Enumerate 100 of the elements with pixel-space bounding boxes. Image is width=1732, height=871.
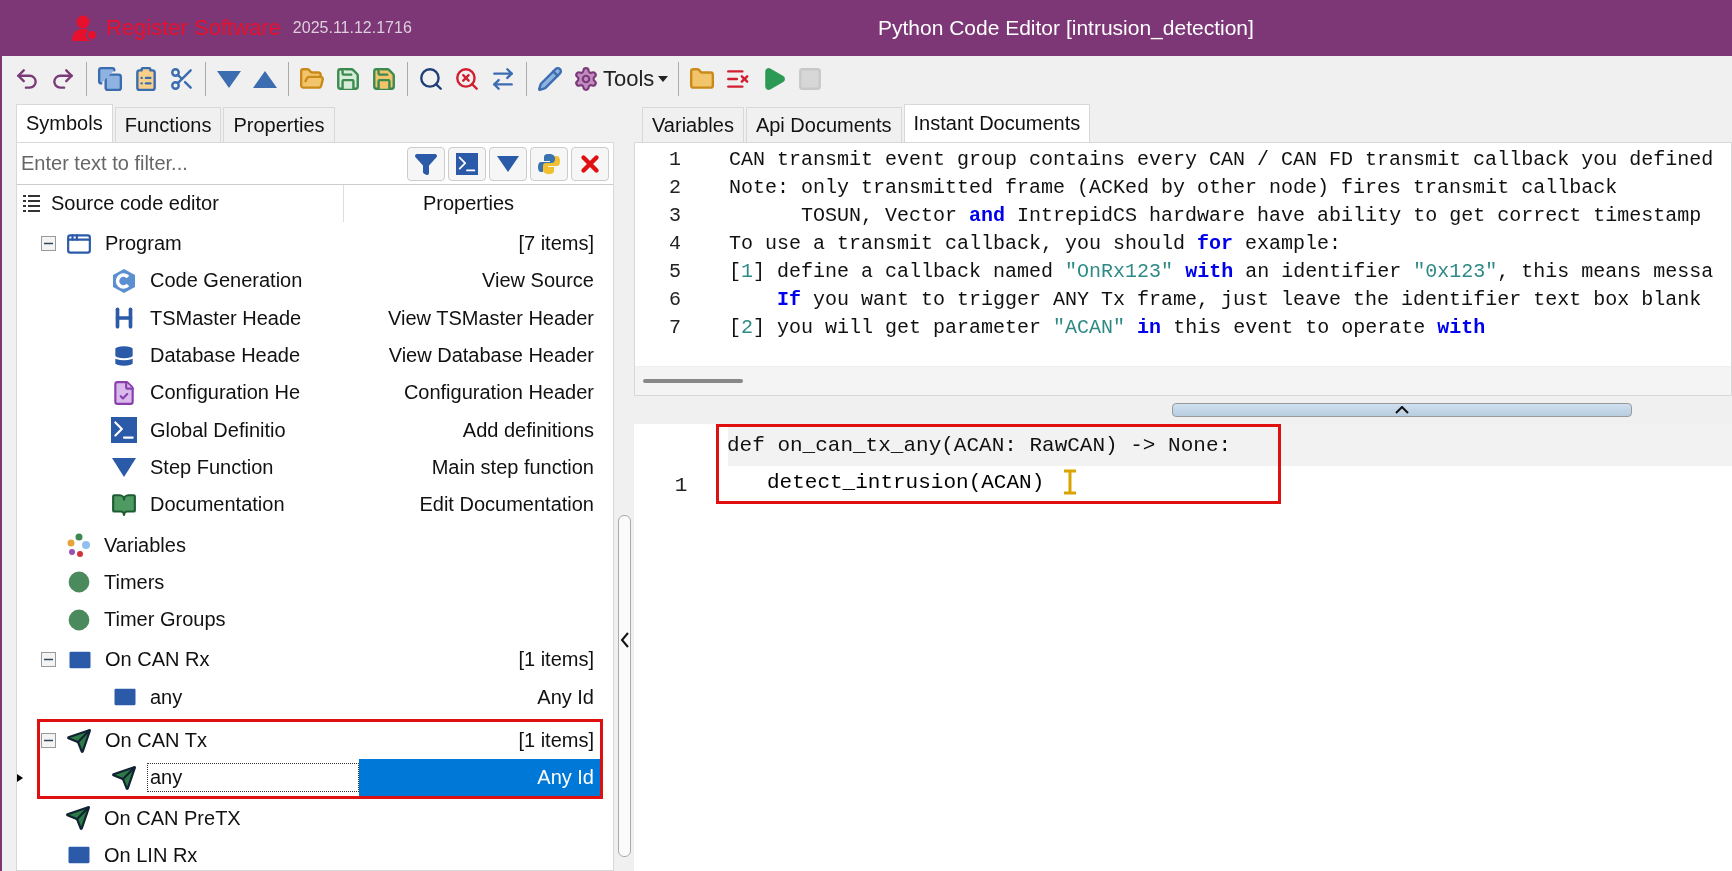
- tab[interactable]: Symbols: [16, 104, 113, 142]
- search-icon: [418, 66, 444, 92]
- close-button[interactable]: [571, 146, 609, 181]
- tree-row[interactable]: Timers: [41, 563, 603, 601]
- version-number: 2025.11.12.1716: [292, 19, 412, 37]
- line-number: 7: [668, 315, 682, 339]
- tree-row[interactable]: On LIN Rx: [41, 836, 603, 870]
- line-number: 4: [668, 231, 682, 255]
- undo-icon: [14, 66, 40, 92]
- tree-row[interactable]: On CAN PreTX: [41, 799, 603, 837]
- stop-icon: [797, 66, 824, 92]
- app-name: Register Software: [106, 15, 281, 41]
- text-cursor-icon: [1062, 469, 1079, 495]
- column-header[interactable]: Properties: [344, 192, 613, 215]
- folder-icon: [689, 66, 716, 92]
- node-value: [1 items]: [517, 728, 595, 753]
- node-value: Any Id: [536, 684, 595, 710]
- document-check-icon: [111, 379, 137, 406]
- open-folder-icon: [299, 66, 325, 92]
- node-label: Code Generation: [149, 268, 304, 294]
- filter-button[interactable]: [407, 146, 445, 181]
- caret-icon: [658, 76, 669, 82]
- node-label: On CAN Tx: [104, 728, 208, 753]
- tree-row[interactable]: Documentation Edit Documentation: [41, 486, 600, 524]
- tree-row[interactable]: Global Definitio Add definitions: [41, 411, 600, 449]
- tree-row[interactable]: Code Generation View Source: [41, 262, 600, 300]
- save-as-icon: [371, 66, 397, 92]
- node-label: Database Heade: [149, 343, 302, 369]
- save-icon: [335, 66, 361, 92]
- tree-row[interactable]: On CAN Rx [1 items]: [41, 641, 600, 679]
- tree-row[interactable]: Database Heade View Database Header: [41, 336, 600, 375]
- node-label: Timers: [103, 569, 166, 595]
- window-title: Python Code Editor [intrusion_detection]: [876, 16, 1255, 40]
- node-value: Edit Documentation: [418, 492, 595, 518]
- node-value: Add definitions: [461, 417, 595, 443]
- scrollbar[interactable]: [617, 515, 631, 857]
- pencil-icon: [537, 66, 563, 92]
- replace-icon: [490, 66, 516, 92]
- node-label: On CAN PreTX: [103, 805, 242, 831]
- node-label: Documentation: [149, 492, 286, 518]
- down-triangle-button[interactable]: [489, 146, 527, 181]
- line-number: 1: [668, 147, 682, 171]
- down-triangle-icon: [496, 154, 520, 173]
- tree-row[interactable]: Timer Groups: [41, 600, 603, 639]
- node-label: Timer Groups: [103, 607, 227, 633]
- collapse-icon[interactable]: [41, 733, 56, 748]
- tab[interactable]: Properties: [223, 107, 335, 142]
- line-number: 1: [673, 472, 689, 499]
- list-icon: [21, 192, 43, 215]
- code-line: CAN transmit event group contains every CAN / CAN FD transmit callback you defined: [729, 147, 1714, 171]
- code-line: detect_intrusion(ACAN): [767, 470, 1045, 494]
- node-label: TSMaster Heade: [149, 305, 303, 331]
- tree-row[interactable]: any Any Id: [41, 678, 600, 716]
- down-triangle-icon: [216, 69, 242, 89]
- node-label: Configuration He: [149, 380, 302, 406]
- code-line: TOSUN, Vector and IntrepidCS hardware have ability to get correct timestamp: [800, 203, 1702, 227]
- paper-plane-icon: [111, 764, 137, 791]
- line-number: 5: [668, 259, 682, 283]
- tree-row[interactable]: any Any Id: [41, 759, 600, 797]
- tools-menu-button[interactable]: Tools: [569, 61, 673, 97]
- node-label: Program: [104, 231, 183, 257]
- collapse-icon[interactable]: [41, 236, 56, 252]
- node-label: On LIN Rx: [103, 842, 199, 868]
- node-value: Main step function: [430, 454, 595, 480]
- collapse-left-icon[interactable]: [620, 632, 630, 648]
- tab[interactable]: Functions: [114, 107, 222, 142]
- tree-row[interactable]: Configuration He Configuration Header: [41, 374, 600, 412]
- terminal-button[interactable]: [448, 146, 486, 181]
- line-number: 6: [668, 287, 682, 311]
- code-line: Note: only transmitted frame (ACKed by other node) fires transmit callback: [729, 175, 1618, 199]
- line-number: 3: [668, 203, 682, 227]
- tree-row[interactable]: TSMaster Heade View TSMaster Header: [41, 299, 600, 337]
- node-value: [7 items]: [517, 231, 595, 257]
- tab[interactable]: Api Documents: [745, 107, 902, 142]
- code-line: If you want to trigger ANY Tx frame, just leave the identifier text box blank: [776, 287, 1702, 311]
- scrollbar[interactable]: [643, 379, 743, 383]
- node-value: Configuration Header: [402, 380, 595, 406]
- tree-row[interactable]: On CAN Tx [1 items]: [41, 721, 600, 760]
- code-line: [2] you will get parameter "ACAN" in this event to operate with: [729, 315, 1486, 339]
- tab[interactable]: Variables: [642, 107, 744, 142]
- tree-row[interactable]: Variables: [41, 526, 603, 564]
- c-language-icon: [111, 267, 137, 294]
- paste-icon: [133, 66, 159, 92]
- collapse-icon[interactable]: [41, 652, 56, 668]
- tree-row[interactable]: Step Function Main step function: [41, 448, 600, 487]
- function-signature: def on_can_tx_any(ACAN: RawCAN) -> None:: [726, 433, 1233, 457]
- book-icon: [111, 491, 137, 518]
- tree-row[interactable]: Program [7 items]: [41, 225, 600, 263]
- gear-icon: [573, 66, 599, 92]
- python-button[interactable]: [530, 146, 568, 181]
- node-value: View Source: [481, 268, 595, 294]
- python-icon: [537, 151, 561, 176]
- column-header[interactable]: Source code editor: [43, 185, 344, 222]
- node-value: View TSMaster Header: [387, 305, 595, 331]
- line-number: 2: [668, 175, 682, 199]
- dots-icon: [65, 532, 91, 558]
- copy-icon: [97, 66, 123, 92]
- tab[interactable]: Instant Documents: [903, 104, 1091, 142]
- up-triangle-icon: [252, 69, 278, 89]
- redo-icon: [50, 66, 76, 92]
